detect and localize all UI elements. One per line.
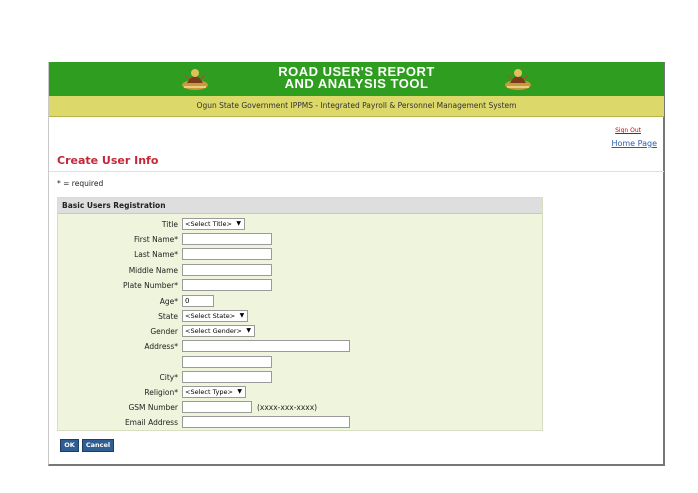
banner-title-line2: AND ANALYSIS TOOL [284, 76, 429, 91]
chevron-down-icon: ▼ [237, 388, 242, 395]
age-row: Age* 0 [58, 295, 542, 309]
religion-select[interactable]: <Select Type> ▼ [182, 386, 246, 398]
age-input[interactable]: 0 [182, 295, 214, 307]
state-label: State [158, 312, 178, 321]
middle-name-row: Middle Name [58, 264, 542, 278]
plate-number-row: Plate Number* [58, 279, 542, 293]
middle-name-input[interactable] [182, 264, 272, 276]
home-page-link[interactable]: Home Page [611, 139, 657, 148]
gsm-input[interactable] [182, 401, 252, 413]
plate-number-label: Plate Number* [122, 281, 178, 290]
gender-select[interactable]: <Select Gender> ▼ [182, 325, 255, 337]
app-frame: ROAD USER'S REPORT AND ANALYSIS TOOL Ogu… [48, 62, 665, 466]
gender-select-value: <Select Gender> [185, 327, 242, 335]
subtitle-text: Ogun State Government IPPMS - Integrated… [196, 101, 517, 110]
cancel-button[interactable]: Cancel [82, 439, 114, 452]
chevron-down-icon: ▼ [246, 327, 251, 334]
religion-row: Religion* <Select Type> ▼ [58, 386, 542, 400]
email-label: Email Address [124, 418, 178, 427]
last-name-row: Last Name* [58, 248, 542, 262]
address-line1-input[interactable] [182, 340, 350, 352]
registration-panel: Basic Users Registration Title <Select T… [57, 197, 543, 431]
last-name-label: Last Name* [134, 250, 178, 259]
religion-select-value: <Select Type> [185, 388, 233, 396]
first-name-label: First Name* [133, 235, 178, 244]
gsm-row: GSM Number (xxxx-xxx-xxxx) [58, 401, 542, 415]
plate-number-input[interactable] [182, 279, 272, 291]
address-row: Address* [58, 340, 542, 354]
header-banner: ROAD USER'S REPORT AND ANALYSIS TOOL [49, 62, 664, 96]
title-select-value: <Select Title> [185, 220, 232, 228]
state-select[interactable]: <Select State> ▼ [182, 310, 249, 322]
first-name-row: First Name* [58, 233, 542, 247]
city-label: City* [159, 373, 178, 382]
religion-label: Religion* [144, 388, 178, 397]
last-name-input[interactable] [182, 248, 272, 260]
gsm-format-hint: (xxxx-xxx-xxxx) [257, 403, 318, 412]
crest-icon-right [505, 69, 531, 90]
gender-label: Gender [150, 327, 178, 336]
page-title: Create User Info [57, 154, 159, 167]
city-row: City* [58, 371, 542, 385]
email-input[interactable] [182, 416, 350, 428]
state-select-value: <Select State> [185, 312, 236, 320]
gsm-label: GSM Number [128, 403, 178, 412]
chevron-down-icon: ▼ [239, 312, 245, 319]
city-input[interactable] [182, 371, 272, 383]
section-title: Basic Users Registration [62, 201, 166, 210]
subtitle-bar: Ogun State Government IPPMS - Integrated… [49, 96, 664, 117]
address-label: Address* [144, 342, 178, 351]
divider [49, 171, 664, 172]
title-label: Title [161, 220, 178, 229]
title-row: Title <Select Title> ▼ [58, 218, 542, 232]
address-line2-input[interactable] [182, 356, 272, 368]
first-name-input[interactable] [182, 233, 272, 245]
age-label: Age* [159, 297, 178, 306]
ok-button[interactable]: OK [60, 439, 79, 452]
gender-row: Gender <Select Gender> ▼ [58, 325, 542, 339]
address-line2-row [58, 356, 542, 370]
state-row: State <Select State> ▼ [58, 310, 542, 324]
middle-name-label: Middle Name [128, 266, 178, 275]
sign-out-link[interactable]: Sign Out [615, 127, 641, 134]
chevron-down-icon: ▼ [236, 220, 241, 227]
title-select[interactable]: <Select Title> ▼ [182, 218, 245, 230]
required-note: * = required [57, 179, 104, 188]
email-row: Email Address [58, 416, 542, 430]
panel-header: Basic Users Registration [58, 198, 542, 214]
